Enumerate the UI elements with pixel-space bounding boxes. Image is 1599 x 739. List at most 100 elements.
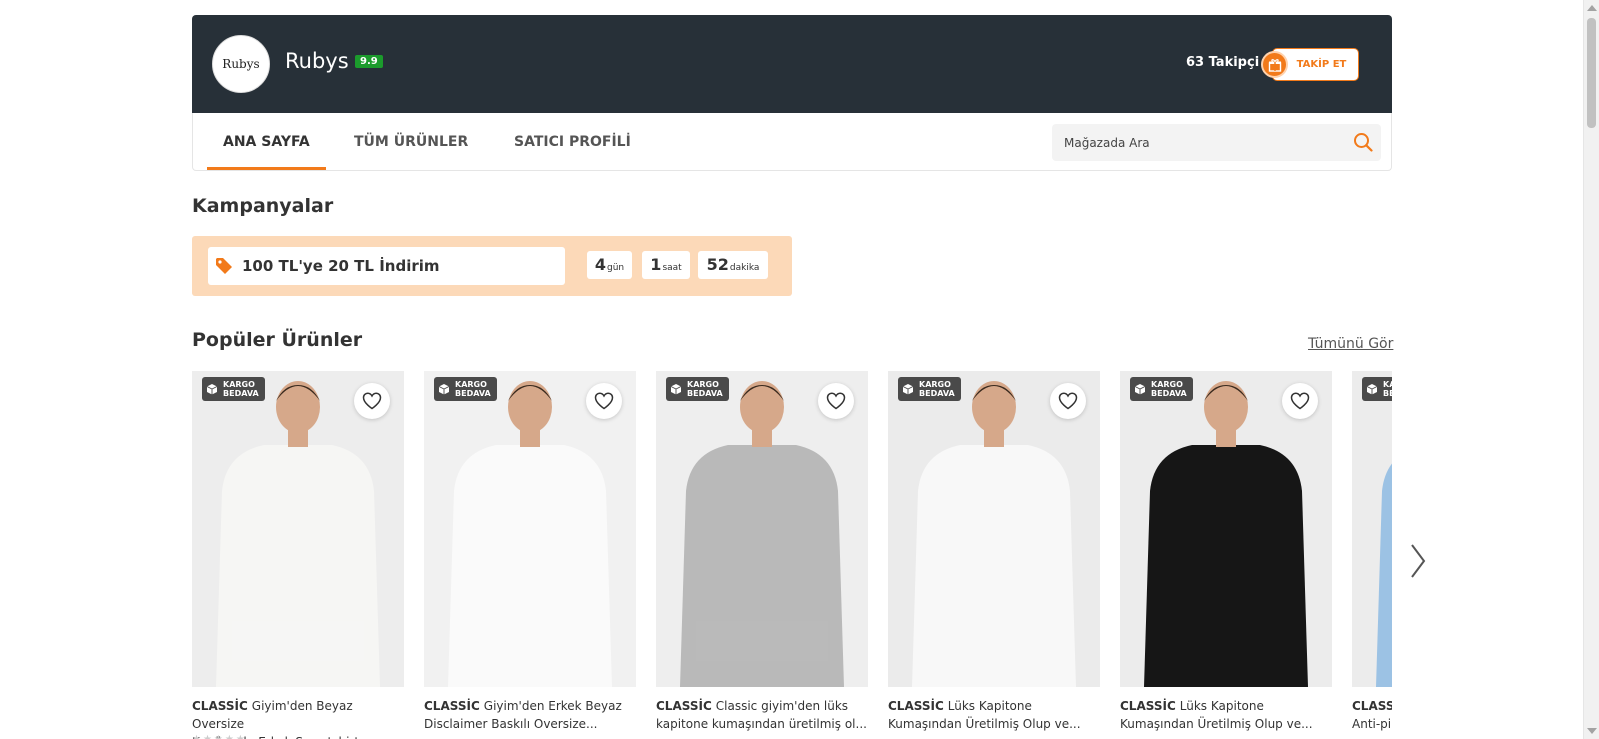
model-photo xyxy=(1376,463,1392,687)
product-image[interactable]: KARGOBEDAVA xyxy=(656,371,868,687)
product-image[interactable]: KARGOBEDAVA xyxy=(424,371,636,687)
store-search xyxy=(1052,124,1381,161)
product-card[interactable]: KARGO BEDAVA CLASSİC Lüks Kapitone Kumaşında… xyxy=(888,371,1100,739)
heart-icon xyxy=(362,392,382,410)
product-card[interactable]: KARGOBEDAVA CLASSİ Anti-pil xyxy=(1352,371,1392,739)
store-header: Rubys Rubys 9.9 63 Takipçi TAKİP ET xyxy=(192,15,1392,113)
box-icon xyxy=(1134,383,1146,395)
free-shipping-badge: KARGOBEDAVA xyxy=(202,377,265,401)
see-all-link[interactable]: Tümünü Gör xyxy=(1308,336,1393,352)
gift-icon xyxy=(1261,51,1288,78)
product-title[interactable]: CLASSİC Lüks Kapitone Kumaşından Üretilmiş… xyxy=(1120,697,1332,733)
scroll-up-arrow[interactable] xyxy=(1587,5,1597,11)
badge-line: BEDAVA xyxy=(1383,389,1392,398)
product-card[interactable]: KARGO BEDAVA CLASSİC Giyim'den Beyaz Oversi… xyxy=(192,371,404,739)
favorite-button[interactable] xyxy=(1282,383,1318,419)
product-title[interactable]: CLASSİC Lüks Kapitone Kumaşından Üretilmiş… xyxy=(888,697,1100,733)
rating-stars: ★★★★★ xyxy=(192,734,247,739)
countdown-minutes: 52 dakika xyxy=(698,251,768,279)
heart-icon xyxy=(826,392,846,410)
campaign-banner[interactable]: 100 TL'ye 20 TL İndirim 4 gün 1 saat 52 dak… xyxy=(192,236,792,296)
product-card[interactable]: KARGO BEDAVA CLASSİC Giyim'den Erkek Beyaz D… xyxy=(424,371,636,739)
countdown-unit: saat xyxy=(662,263,682,273)
favorite-button[interactable] xyxy=(586,383,622,419)
box-icon xyxy=(1366,383,1378,395)
product-name-line2: Disclaimer Baskılı Oversize... xyxy=(424,717,598,731)
store-logo[interactable]: Rubys xyxy=(212,35,270,93)
product-title[interactable]: CLASSİ Anti-pil xyxy=(1352,697,1392,733)
product-image[interactable]: KARGOBEDAVA xyxy=(192,371,404,687)
free-shipping-badge: KARGOBEDAVA xyxy=(1130,377,1193,401)
badge-line: BEDAVA xyxy=(455,389,491,398)
product-brand: CLASSİC xyxy=(1120,699,1176,713)
countdown-days: 4 gün xyxy=(587,251,632,279)
free-shipping-badge: KARGOBEDAVA xyxy=(434,377,497,401)
badge-line: KARGO xyxy=(223,380,255,389)
product-title[interactable]: CLASSİCGiyim'den Beyaz OversizeKapüşonlu… xyxy=(192,697,404,739)
store-nav: ANA SAYFA TÜM ÜRÜNLER SATICI PROFİLİ xyxy=(192,113,1392,171)
product-brand: CLASSİC xyxy=(424,699,480,713)
page-scrollbar[interactable] xyxy=(1583,0,1599,739)
box-icon xyxy=(206,383,218,395)
product-brand: CLASSİC xyxy=(192,699,248,713)
campaign-text: 100 TL'ye 20 TL İndirim xyxy=(242,257,440,275)
favorite-button[interactable] xyxy=(818,383,854,419)
tab-home[interactable]: ANA SAYFA xyxy=(207,113,326,170)
free-shipping-badge: KARGOBEDAVA xyxy=(666,377,729,401)
countdown-unit: gün xyxy=(607,263,625,273)
heart-icon xyxy=(1290,392,1310,410)
popular-products-title: Popüler Ürünler xyxy=(192,329,363,351)
search-input[interactable] xyxy=(1052,124,1366,161)
follower-count: 63 Takipçi xyxy=(1186,55,1260,70)
product-brand: CLASSİC xyxy=(888,699,944,713)
scrollbar-thumb[interactable] xyxy=(1587,18,1596,128)
badge-line: KARGO xyxy=(687,380,719,389)
badge-line: KARGO xyxy=(1151,380,1183,389)
favorite-button[interactable] xyxy=(1050,383,1086,419)
campaigns-title: Kampanyalar xyxy=(192,195,334,217)
badge-line: KARGO xyxy=(919,380,951,389)
product-name-line2: Anti-pil xyxy=(1352,717,1392,731)
countdown-value: 4 xyxy=(594,255,607,274)
free-shipping-badge: KARGOBEDAVA xyxy=(1362,377,1392,401)
product-name-line1: Lüks Kapitone xyxy=(947,699,1032,713)
product-carousel: KARGO BEDAVA CLASSİC Giyim'den Beyaz Oversi… xyxy=(192,371,1392,739)
badge-line: BEDAVA xyxy=(1151,389,1187,398)
product-title[interactable]: CLASSİC Giyim'den Erkek Beyaz Disclaimer B… xyxy=(424,697,636,733)
box-icon xyxy=(438,383,450,395)
product-card[interactable]: KARGO BEDAVA CLASSİC Lüks Kapitone Kumaşında… xyxy=(1120,371,1332,739)
countdown-value: 1 xyxy=(650,255,662,274)
follow-button-label: TAKİP ET xyxy=(1296,59,1347,70)
heart-icon xyxy=(594,392,614,410)
product-image[interactable]: KARGOBEDAVA xyxy=(888,371,1100,687)
carousel-next-arrow[interactable] xyxy=(1410,543,1426,583)
tab-seller-profile[interactable]: SATICI PROFİLİ xyxy=(514,113,631,170)
badge-line: KARGO xyxy=(1383,380,1392,389)
store-name: Rubys xyxy=(285,49,349,73)
badge-line: BEDAVA xyxy=(919,389,955,398)
box-icon xyxy=(902,383,914,395)
product-title[interactable]: CLASSİC Classic giyim'den lüks kapitone ku… xyxy=(656,697,868,733)
product-brand: CLASSİC xyxy=(656,699,712,713)
tab-all-products[interactable]: TÜM ÜRÜNLER xyxy=(354,113,468,170)
product-image[interactable]: KARGOBEDAVA xyxy=(1352,371,1392,687)
countdown-value: 52 xyxy=(706,255,729,274)
favorite-button[interactable] xyxy=(354,383,390,419)
badge-line: BEDAVA xyxy=(223,389,259,398)
product-name-line1: Classic giyim'den lüks xyxy=(715,699,849,713)
campaign-card[interactable]: 100 TL'ye 20 TL İndirim xyxy=(208,247,565,285)
product-brand: CLASSİ xyxy=(1352,699,1392,713)
badge-line: KARGO xyxy=(455,380,487,389)
box-icon xyxy=(670,383,682,395)
countdown-unit: dakika xyxy=(729,263,760,273)
countdown-hours: 1 saat xyxy=(642,251,690,279)
store-rating-badge: 9.9 xyxy=(355,55,383,68)
product-image[interactable]: KARGOBEDAVA xyxy=(1120,371,1332,687)
search-icon[interactable] xyxy=(1353,132,1373,156)
product-name-line2: kapitone kumaşından üretilmiş ol... xyxy=(656,717,867,731)
scroll-down-arrow[interactable] xyxy=(1587,728,1597,734)
badge-line: BEDAVA xyxy=(687,389,723,398)
heart-icon xyxy=(1058,392,1078,410)
product-name-line1: Giyim'den Erkek Beyaz xyxy=(483,699,622,713)
product-card[interactable]: KARGO BEDAVA CLASSİC Classic giyim'den lüks… xyxy=(656,371,868,739)
